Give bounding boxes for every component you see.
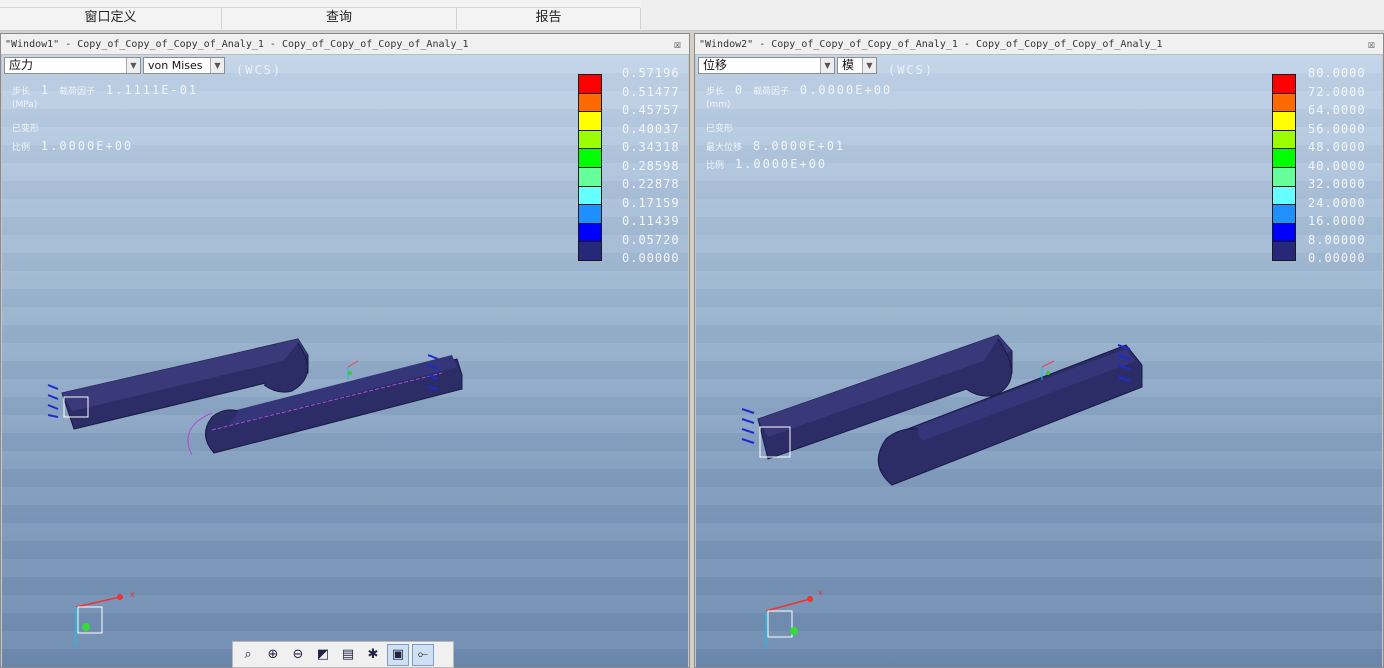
ribbon-group-window-definition[interactable]: 窗口定义 [0,8,222,29]
window2-title: "Window2" - Copy_of_Copy_of_Copy_of_Anal… [699,39,1163,50]
datum-display-icon[interactable]: ⟜ [412,643,434,666]
window1-title: "Window1" - Copy_of_Copy_of_Copy_of_Anal… [5,39,469,50]
window1-titlebar: "Window1" - Copy_of_Copy_of_Copy_of_Anal… [1,34,689,55]
window1-orientation-triad: x [75,590,135,647]
window2-close-icon[interactable]: ☒ [1368,34,1375,55]
reorient-icon[interactable]: ◩ [312,644,334,666]
zoom-out-icon[interactable]: ⊖ [287,644,309,666]
window1-model-graphic[interactable]: x [2,55,688,667]
ribbon-group-report[interactable]: 报告 [457,8,641,29]
ribbon-top-row [0,0,640,8]
window1-close-icon[interactable]: ☒ [674,34,681,55]
window2-model-graphic[interactable]: x [696,55,1382,667]
window2-orientation-triad: x [765,588,823,647]
display-style-icon[interactable]: ▣ [387,643,409,666]
spin-center-icon[interactable]: ✱ [362,644,384,666]
svg-text:x: x [130,590,135,599]
window2-titlebar: "Window2" - Copy_of_Copy_of_Copy_of_Anal… [695,34,1383,55]
graphics-toolbar: ⌕ ⊕ ⊖ ◩ ▤ ✱ ▣ ⟜ [232,641,454,668]
zoom-fit-icon[interactable]: ⌕ [237,644,259,666]
saved-views-icon[interactable]: ▤ [337,644,359,666]
result-window-2: "Window2" - Copy_of_Copy_of_Copy_of_Anal… [694,33,1384,668]
window1-viewport[interactable]: 应力 ▼ von Mises ▼ (WCS) 步长 1 载荷因子 1.1111E… [2,55,688,667]
ribbon: 窗口定义 查询 报告 [0,0,1384,31]
svg-text:x: x [818,588,823,597]
result-window-1: "Window1" - Copy_of_Copy_of_Copy_of_Anal… [0,33,690,668]
window2-viewport[interactable]: 位移 ▼ 模 ▼ (WCS) 步长 0 载荷因子 0.0000E+00 (mm)… [696,55,1382,667]
ribbon-empty-area [641,0,1384,30]
ribbon-group-query[interactable]: 查询 [222,8,457,29]
zoom-in-icon[interactable]: ⊕ [262,644,284,666]
